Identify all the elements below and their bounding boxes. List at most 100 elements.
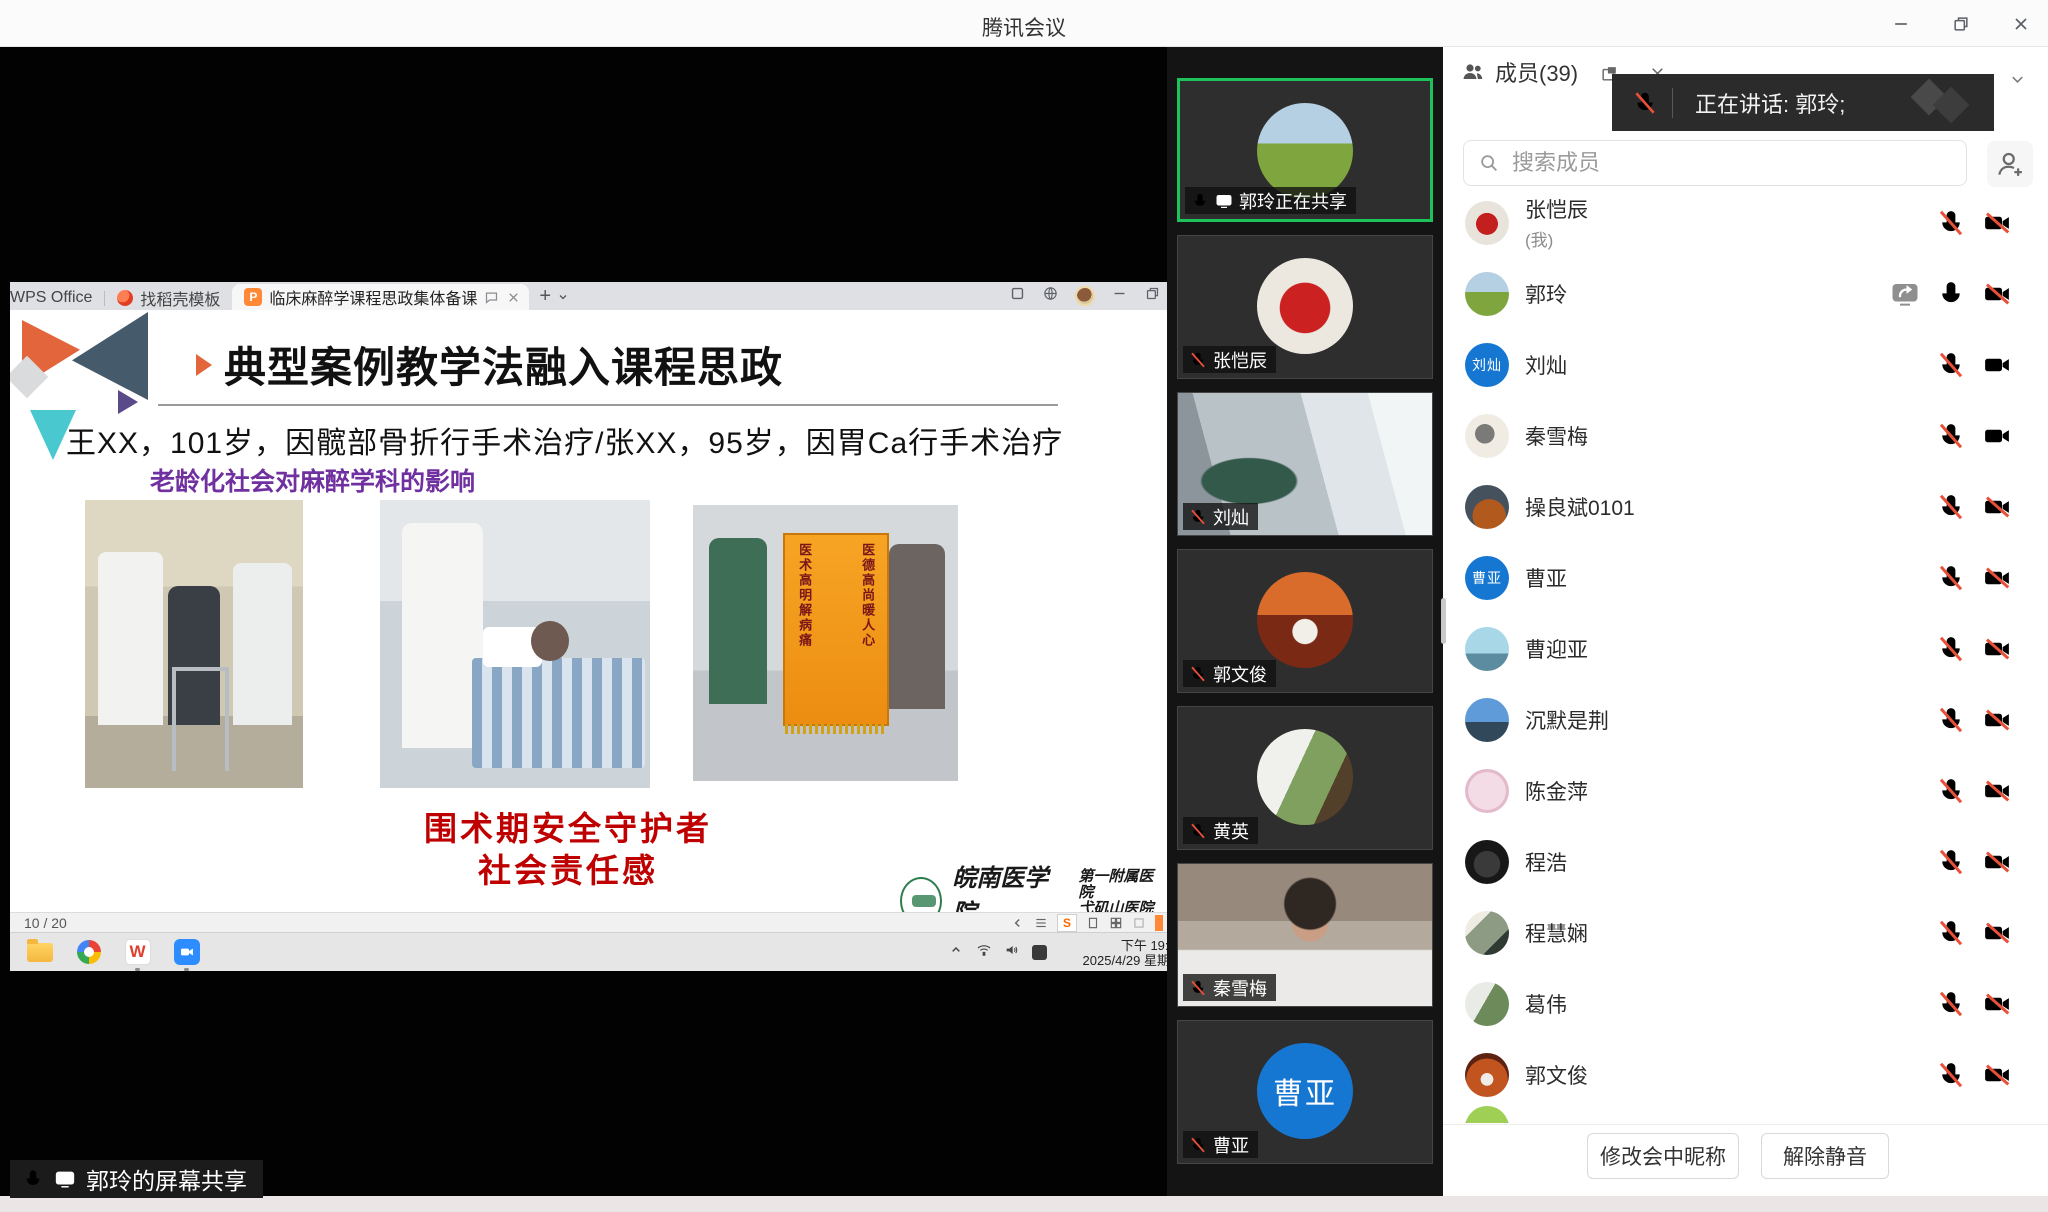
chevron-left-icon[interactable] — [1011, 916, 1025, 930]
wps-writer-icon[interactable]: W — [124, 939, 151, 966]
participant-avatar — [1257, 103, 1353, 199]
aging-society-subtitle: 老龄化社会对麻醉学科的影响 — [150, 462, 475, 498]
participant-name: 张恺辰 — [1213, 347, 1267, 373]
page-indicator: 10 / 20 — [24, 915, 67, 931]
taskbar-clock[interactable]: 下午 19:09 2025/4/29 星期二 — [1063, 938, 1167, 968]
video-thumbnail[interactable]: 郭文俊 — [1177, 549, 1433, 693]
unmute-button[interactable]: 解除静音 — [1761, 1133, 1889, 1179]
restore-icon[interactable] — [1948, 11, 1974, 37]
presentation-slide: 典型案例教学法融入课程思政 王XX，101岁，因髋部骨折行手术治疗/张XX，95… — [10, 310, 1167, 912]
members-icon — [1461, 60, 1485, 84]
video-thumbnail[interactable]: 张恺辰 — [1177, 235, 1433, 379]
screen-share-status-pill: 郭玲的屏幕共享 — [10, 1160, 263, 1198]
member-row[interactable]: 沉默是荆 — [1443, 684, 2048, 755]
camera-status-icon — [1982, 705, 2012, 735]
tab-docer-templates[interactable]: 找稻壳模板 — [105, 286, 232, 310]
mic-status-icon — [1936, 847, 1966, 877]
browser-icon[interactable] — [75, 939, 102, 966]
member-row[interactable]: 郭玲 — [1443, 258, 2048, 329]
member-name: 郭文俊 — [1525, 1060, 1920, 1090]
meeting-app-icon[interactable] — [173, 939, 200, 966]
member-avatar — [1465, 627, 1509, 671]
tab-active-presentation[interactable]: P 临床麻醉学课程思政集体备课 — [232, 284, 529, 310]
close-icon[interactable] — [2008, 11, 2034, 37]
doctor-figure — [98, 552, 163, 725]
mic-status-icon — [1936, 421, 1966, 451]
member-name: 葛伟 — [1525, 989, 1920, 1019]
video-thumbnail[interactable]: 秦雪梅 — [1177, 863, 1433, 1007]
scrollbar-thumb[interactable] — [1441, 598, 1446, 644]
video-thumbnail[interactable]: 郭玲正在共享 — [1177, 78, 1433, 222]
comment-icon[interactable] — [484, 290, 499, 305]
normal-view-icon[interactable] — [1086, 916, 1100, 930]
hidden-icons-chevron-icon[interactable] — [948, 942, 964, 963]
slide-title-row: 典型案例教学法融入课程思政 — [196, 334, 783, 395]
video-thumbnail[interactable]: 曹亚 曹亚 — [1177, 1020, 1433, 1164]
member-avatar: 刘灿 — [1465, 343, 1509, 387]
members-panel: 成员(39) 正在讲话: 郭玲; — [1443, 47, 2048, 1212]
screen-share-stage: WPS Office 找稻壳模板 P 临床麻醉学课程思政集体备课 + — [0, 47, 1167, 1212]
change-nickname-button[interactable]: 修改会中昵称 — [1587, 1133, 1739, 1179]
member-name-block: 郭文俊 — [1525, 1060, 1920, 1090]
video-thumbnail[interactable]: 刘灿 — [1177, 392, 1433, 536]
member-row[interactable]: 郭文俊 — [1443, 1039, 2048, 1110]
speaker-icon[interactable] — [1004, 942, 1020, 963]
sharing-icon — [1215, 192, 1233, 210]
file-explorer-icon[interactable] — [26, 939, 53, 966]
collapse-chevron-icon[interactable] — [2003, 65, 2031, 93]
new-tab-icon[interactable]: + — [539, 285, 551, 308]
member-row[interactable]: 程慧娴 — [1443, 897, 2048, 968]
member-row[interactable]: 程浩 — [1443, 826, 2048, 897]
wifi-icon[interactable] — [976, 942, 992, 963]
member-sub-label: (我) — [1525, 226, 1920, 251]
slide-sorter-icon[interactable] — [1109, 916, 1123, 930]
member-name-block: 程慧娴 — [1525, 918, 1920, 948]
search-box[interactable] — [1463, 140, 1967, 186]
tab-wps-office[interactable]: WPS Office — [10, 286, 104, 310]
member-row[interactable]: 张恺辰 (我) — [1443, 187, 2048, 258]
partially-visible-member-row[interactable] — [1465, 1106, 1509, 1123]
workspace-icon[interactable] — [1009, 285, 1026, 307]
thumbnail-name-label: 刘灿 — [1183, 503, 1258, 530]
tray-icon[interactable] — [1032, 945, 1047, 960]
wps-s-icon[interactable]: S — [1057, 914, 1077, 932]
reading-view-icon[interactable] — [1132, 916, 1146, 930]
member-name-block: 陈金萍 — [1525, 776, 1920, 806]
member-avatar — [1465, 911, 1509, 955]
play-slideshow-icon[interactable] — [1155, 915, 1163, 931]
member-row[interactable]: 曹亚 曹亚 — [1443, 542, 2048, 613]
mic-status-icon — [1189, 508, 1207, 526]
camera-status-icon — [1982, 492, 2012, 522]
member-row[interactable]: 曹迎亚 — [1443, 613, 2048, 684]
browser-minimize-icon[interactable] — [1111, 285, 1128, 307]
member-name-block: 程浩 — [1525, 847, 1920, 877]
member-name-block: 操良斌0101 — [1525, 492, 1920, 522]
globe-icon[interactable] — [1042, 285, 1059, 307]
member-avatar — [1465, 840, 1509, 884]
outline-list-icon[interactable] — [1034, 916, 1048, 930]
members-count-title: 成员(39) — [1495, 56, 1578, 88]
search-input[interactable] — [1510, 149, 1952, 177]
participant-name: 曹亚 — [1213, 1132, 1249, 1158]
member-list: 张恺辰 (我) 郭玲 — [1443, 187, 2048, 1124]
member-row[interactable]: 操良斌0101 — [1443, 471, 2048, 542]
account-avatar[interactable] — [1075, 286, 1095, 306]
camera-status-icon — [1982, 1060, 2012, 1090]
camera-status-icon — [1982, 776, 2012, 806]
window-controls — [1888, 0, 2034, 47]
participant-name: 郭文俊 — [1213, 661, 1267, 687]
member-row[interactable]: 秦雪梅 — [1443, 400, 2048, 471]
member-row[interactable]: 葛伟 — [1443, 968, 2048, 1039]
member-row[interactable]: 刘灿 刘灿 — [1443, 329, 2048, 400]
video-thumbnail-strip: 郭玲正在共享 张恺辰 — [1167, 47, 1443, 1212]
member-row[interactable]: 陈金萍 — [1443, 755, 2048, 826]
browser-restore-icon[interactable] — [1144, 285, 1161, 307]
video-thumbnail[interactable]: 黄英 — [1177, 706, 1433, 850]
tab-list-chevron-icon[interactable] — [557, 290, 569, 308]
tab-close-icon[interactable] — [506, 290, 521, 305]
member-avatar — [1465, 485, 1509, 529]
camera-status-icon — [1982, 563, 2012, 593]
minimize-icon[interactable] — [1888, 11, 1914, 37]
member-avatar — [1465, 982, 1509, 1026]
add-member-button[interactable] — [1987, 141, 2033, 187]
